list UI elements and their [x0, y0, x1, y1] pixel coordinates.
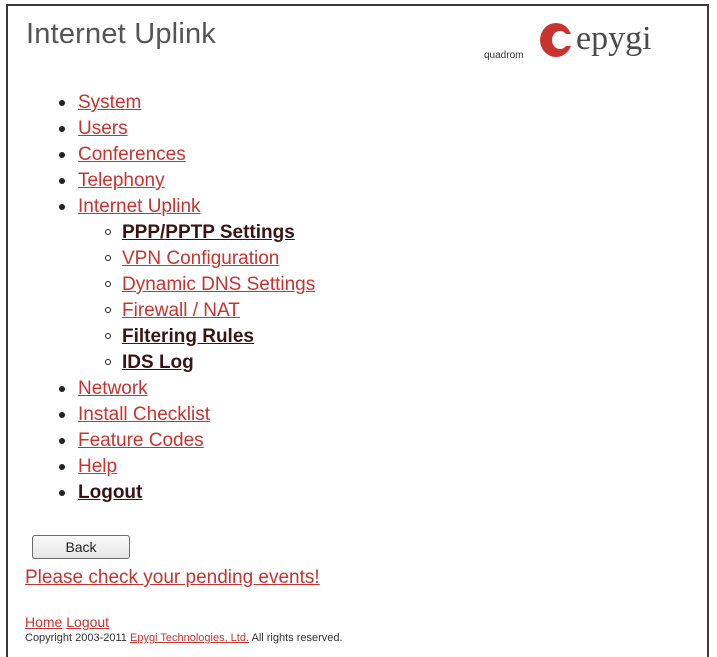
submenu-link-filtering-rules[interactable]: Filtering Rules: [122, 326, 254, 347]
menu-link-users[interactable]: Users: [78, 118, 128, 139]
menu-item-users: Users: [44, 116, 315, 142]
footer-logout-link[interactable]: Logout: [66, 614, 109, 630]
internet-uplink-submenu: PPP/PPTP Settings VPN Configuration Dyna…: [78, 220, 315, 376]
submenu-link-vpn-configuration[interactable]: VPN Configuration: [122, 248, 279, 269]
menu-link-internet-uplink[interactable]: Internet Uplink: [78, 196, 201, 217]
submenu-link-firewall-nat[interactable]: Firewall / NAT: [122, 300, 240, 321]
menu-item-telephony: Telephony: [44, 168, 315, 194]
menu-link-install-checklist[interactable]: Install Checklist: [78, 404, 210, 425]
menu-link-feature-codes[interactable]: Feature Codes: [78, 430, 204, 451]
main-menu: System Users Conferences Telephony Inter…: [44, 90, 315, 506]
menu-item-system: System: [44, 90, 315, 116]
submenu-item-ppp-pptp: PPP/PPTP Settings: [78, 220, 315, 246]
menu-item-feature-codes: Feature Codes: [44, 428, 315, 454]
footer-links: Home Logout: [25, 614, 109, 630]
submenu-link-dynamic-dns-settings[interactable]: Dynamic DNS Settings: [122, 274, 315, 295]
submenu-item-ids-log: IDS Log: [78, 350, 315, 376]
logo-product-name: quadrom: [484, 50, 524, 61]
menu-item-internet-uplink: Internet Uplink PPP/PPTP Settings VPN Co…: [44, 194, 315, 376]
menu-item-conferences: Conferences: [44, 142, 315, 168]
menu-link-system[interactable]: System: [78, 92, 141, 113]
menu-link-telephony[interactable]: Telephony: [78, 170, 165, 191]
copyright-notice: Copyright 2003-2011 Epygi Technologies, …: [25, 632, 343, 644]
company-link[interactable]: Epygi Technologies, Ltd.: [130, 632, 249, 644]
menu-item-network: Network: [44, 376, 315, 402]
menu-item-install-checklist: Install Checklist: [44, 402, 315, 428]
back-button[interactable]: Back: [32, 535, 130, 559]
submenu-item-firewall: Firewall / NAT: [78, 298, 315, 324]
menu-item-logout: Logout: [44, 480, 315, 506]
submenu-link-ids-log[interactable]: IDS Log: [122, 352, 194, 373]
menu-link-logout[interactable]: Logout: [78, 482, 142, 503]
logo-brand-text: epygi: [576, 20, 652, 57]
epygi-logo-icon: [540, 23, 574, 57]
menu-link-help[interactable]: Help: [78, 456, 117, 477]
menu-item-help: Help: [44, 454, 315, 480]
submenu-link-ppp-pptp-settings[interactable]: PPP/PPTP Settings: [122, 222, 295, 243]
footer-home-link[interactable]: Home: [25, 614, 62, 630]
page-title: Internet Uplink: [26, 18, 216, 50]
epygi-logo: quadrom epygi: [484, 16, 699, 68]
menu-link-conferences[interactable]: Conferences: [78, 144, 186, 165]
pending-events-link[interactable]: Please check your pending events!: [25, 567, 320, 589]
menu-link-network[interactable]: Network: [78, 378, 148, 399]
copyright-prefix: Copyright 2003-2011: [25, 632, 127, 644]
submenu-item-filtering: Filtering Rules: [78, 324, 315, 350]
submenu-item-ddns: Dynamic DNS Settings: [78, 272, 315, 298]
submenu-item-vpn: VPN Configuration: [78, 246, 315, 272]
copyright-suffix: All rights reserved.: [251, 632, 343, 644]
